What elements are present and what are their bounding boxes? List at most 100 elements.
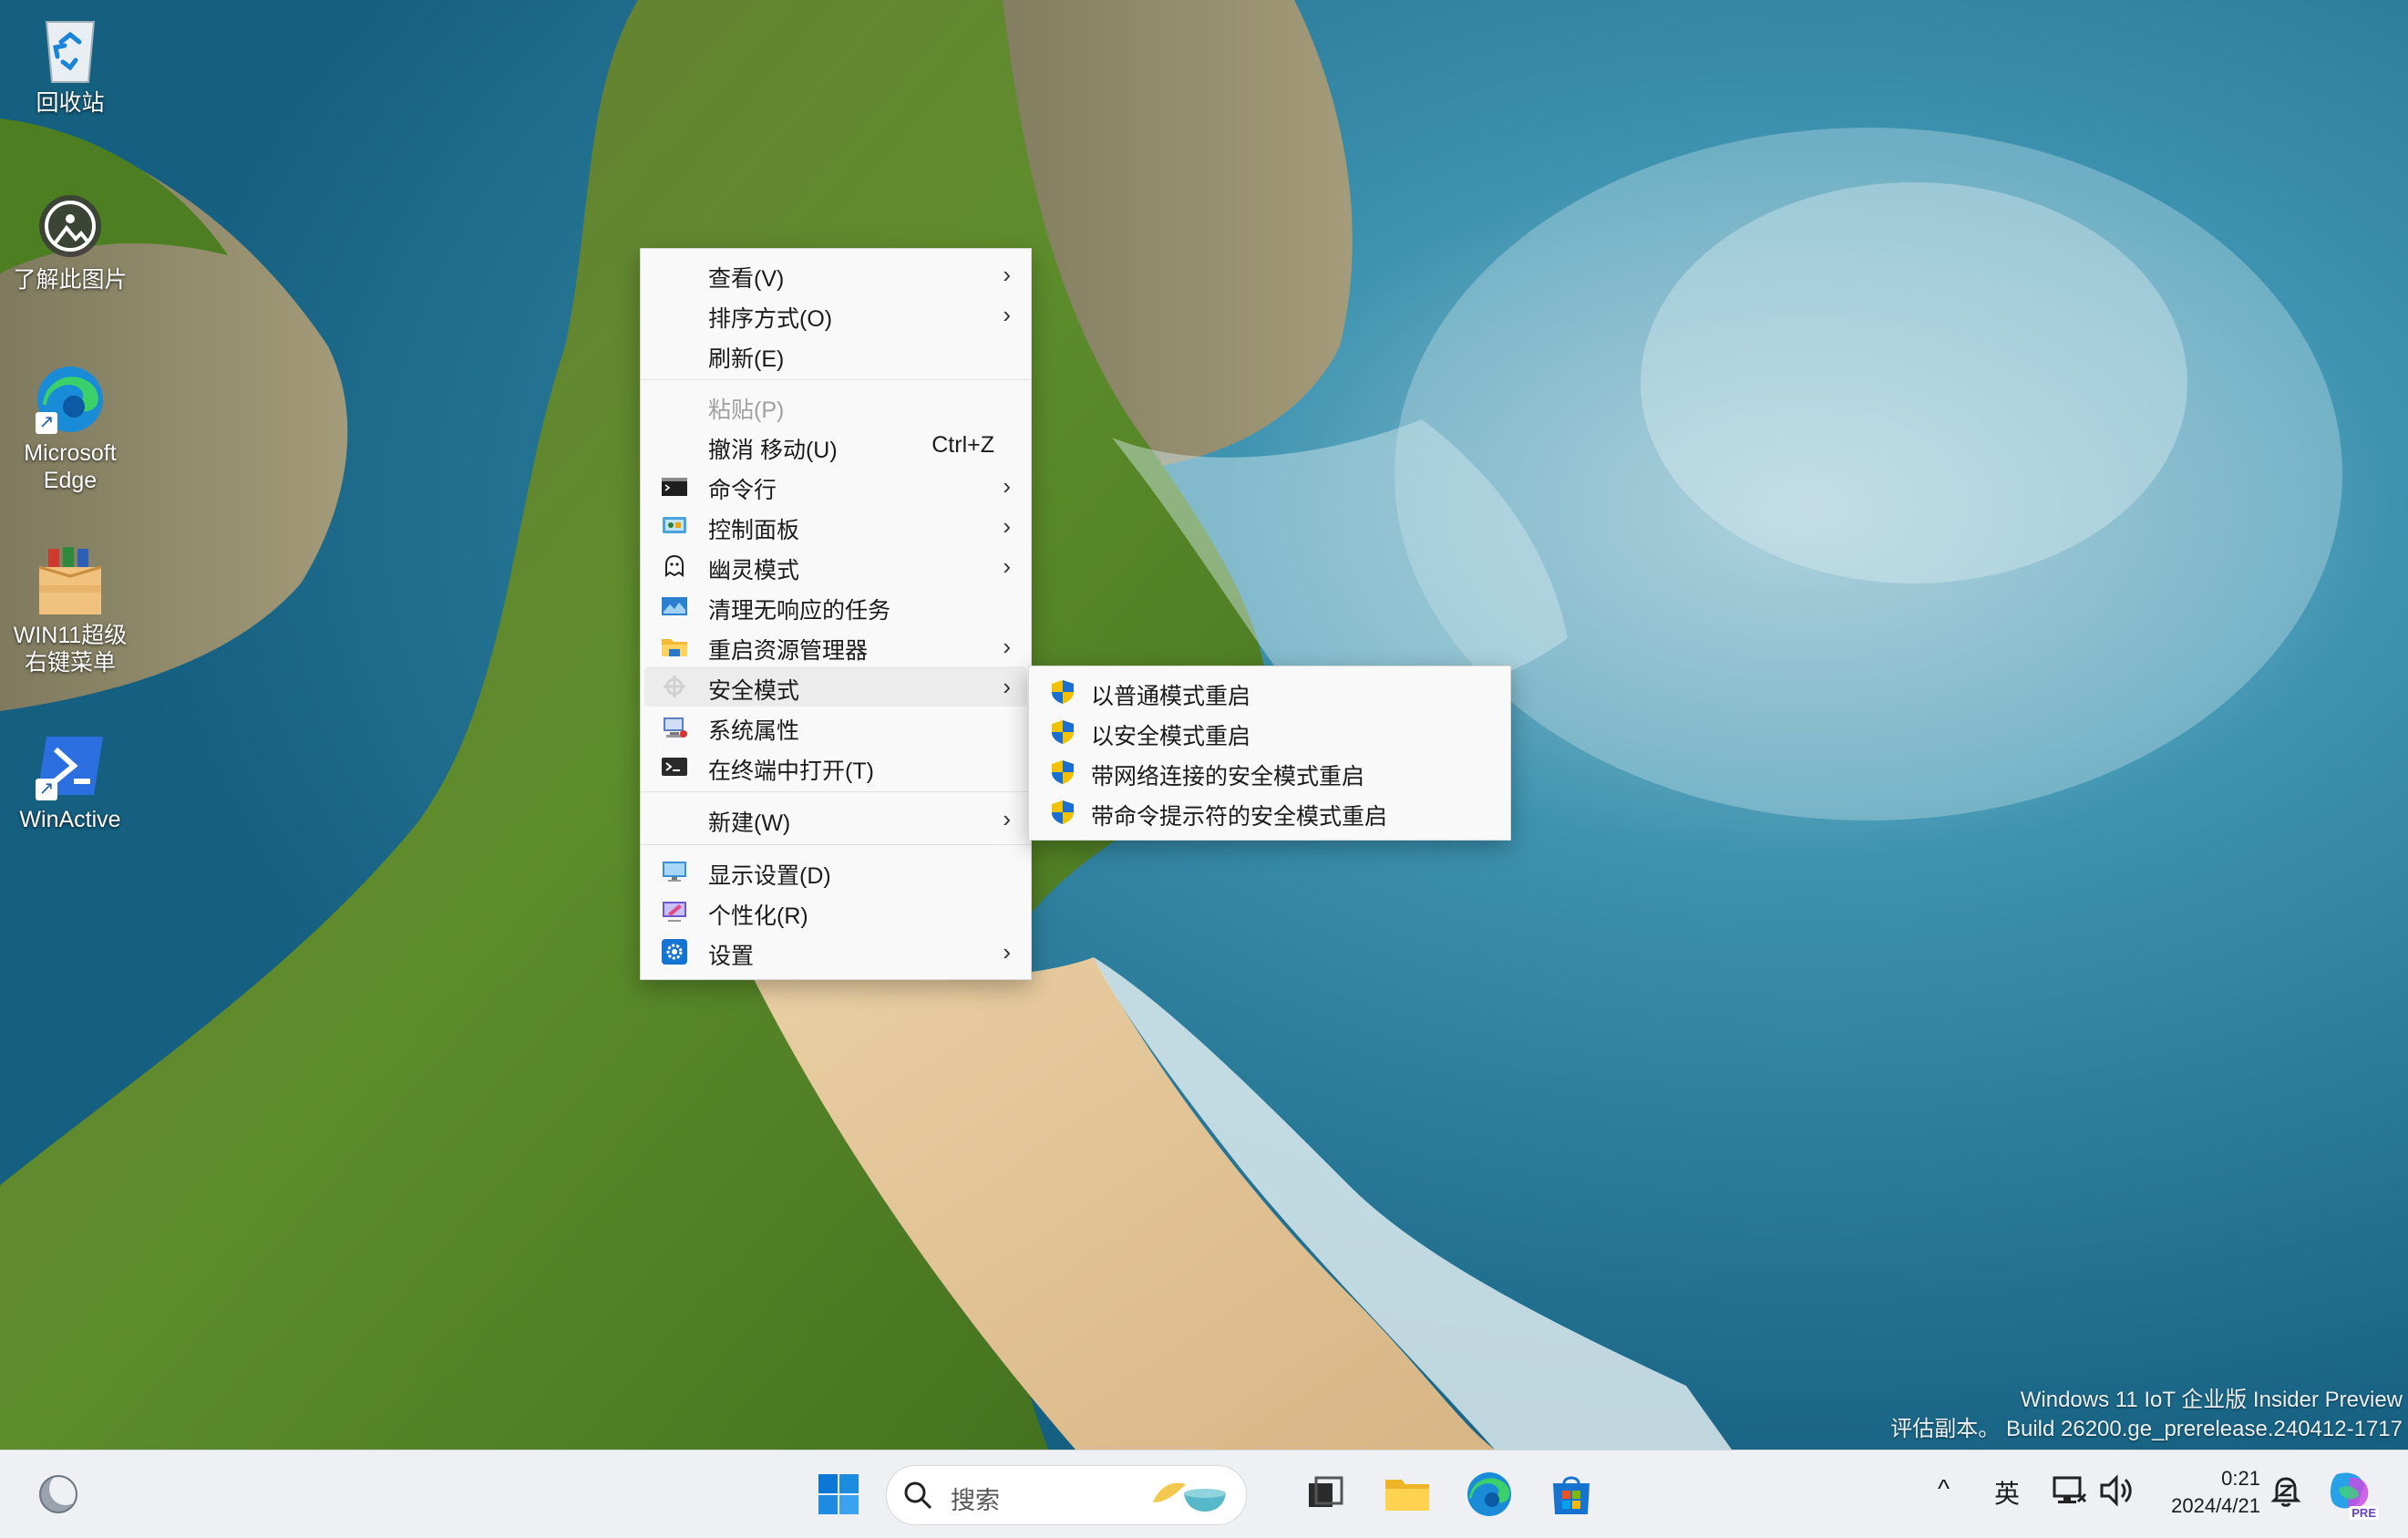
taskbar-search-box[interactable]: 搜索: [886, 1465, 1247, 1525]
widgets-button[interactable]: [31, 1467, 86, 1522]
package-icon: [34, 545, 107, 618]
desktop-icon-label: 了解此图片: [13, 267, 128, 293]
menu-item-system-properties[interactable]: 系统属性: [644, 707, 1027, 747]
ime-indicator[interactable]: 英: [1994, 1474, 2020, 1511]
notification-bell-icon: [2270, 1477, 2301, 1507]
chevron-right-icon: ›: [1003, 261, 1011, 288]
control-panel-icon: [661, 513, 688, 539]
safe-mode-submenu: 以普通模式重启 以安全模式重启 带网络连接的安全模式重启 带命令提示符的安全模式…: [1028, 666, 1511, 841]
network-icon: [2053, 1476, 2087, 1503]
search-icon: [904, 1481, 932, 1510]
submenu-item-restart-safe-mode-networking[interactable]: 带网络连接的安全模式重启: [1033, 752, 1507, 792]
powershell-icon: ↗: [34, 729, 107, 802]
search-placeholder: 搜索: [951, 1487, 1000, 1514]
menu-item-clean-unresponsive-tasks[interactable]: 清理无响应的任务: [644, 586, 1027, 626]
menu-item-refresh[interactable]: 刷新(E): [644, 335, 1027, 375]
speaker-icon: [2100, 1474, 2132, 1507]
menu-item-display-settings[interactable]: 显示设置(D): [644, 852, 1027, 892]
ghost-icon: [661, 553, 688, 579]
menu-item-paste: 粘贴(P): [708, 397, 785, 423]
menu-item-safe-mode[interactable]: 安全模式 ›: [644, 666, 1027, 707]
taskbar: 搜索 ^ 英 0:21 2024/4/21 PRE: [0, 1450, 2408, 1538]
file-explorer-taskbar-button[interactable]: [1380, 1467, 1435, 1522]
desktop-icon-recycle-bin[interactable]: 回收站: [2, 13, 139, 117]
edge-taskbar-button[interactable]: [1462, 1467, 1517, 1522]
cmd-icon: [661, 473, 688, 499]
file-explorer-icon: [1385, 1480, 1429, 1511]
chevron-right-icon: ›: [1003, 633, 1011, 660]
desktop-icon-learn-picture[interactable]: 了解此图片: [2, 190, 139, 294]
menu-item-restart-explorer[interactable]: 重启资源管理器 ›: [644, 626, 1027, 666]
menu-item-new[interactable]: 新建(W) ›: [644, 799, 1027, 839]
task-view-button[interactable]: [1298, 1467, 1353, 1522]
uac-shield-icon: [1049, 800, 1076, 825]
evaluation-watermark: Windows 11 IoT 企业版 Insider Preview 评估副本。…: [1890, 1386, 2403, 1444]
menu-item-control-panel[interactable]: 控制面板 ›: [644, 506, 1027, 546]
start-button[interactable]: [811, 1467, 866, 1522]
watermark-line-1: Windows 11 IoT 企业版 Insider Preview: [2020, 1388, 2403, 1412]
preview-badge: PRE: [2349, 1506, 2379, 1520]
submenu-item-restart-normal[interactable]: 以普通模式重启: [1033, 672, 1507, 712]
desktop-icon-winactive[interactable]: ↗ WinActive: [2, 729, 139, 833]
submenu-item-restart-safe-mode[interactable]: 以安全模式重启: [1033, 712, 1507, 752]
recycle-bin-icon: [34, 13, 107, 86]
chevron-right-icon: ›: [1003, 938, 1011, 965]
menu-separator: [641, 844, 1031, 845]
notifications-button[interactable]: [2266, 1471, 2306, 1511]
show-hidden-icons-chevron[interactable]: ^: [1938, 1474, 1950, 1503]
shortcut-arrow-icon: ↗: [36, 412, 57, 434]
settings-gear-icon: [661, 939, 688, 965]
shortcut-arrow-icon: ↗: [36, 779, 57, 800]
network-status-button[interactable]: [2049, 1471, 2089, 1511]
desktop-icon-label: WIN11超级 右键菜单: [13, 623, 128, 676]
windows-logo-icon: [818, 1474, 859, 1514]
chevron-right-icon: ›: [1003, 472, 1011, 500]
chevron-right-icon: ›: [1003, 673, 1011, 700]
desktop-icon-edge[interactable]: ↗ Microsoft Edge: [2, 363, 139, 494]
chevron-right-icon: ›: [1003, 552, 1011, 580]
volume-button[interactable]: [2096, 1471, 2136, 1511]
uac-shield-icon: [1049, 759, 1076, 785]
microsoft-store-icon: [1553, 1476, 1590, 1514]
task-cleanup-icon: [661, 594, 688, 619]
system-properties-icon: [661, 714, 688, 739]
menu-item-sort-by[interactable]: 排序方式(O) ›: [644, 294, 1027, 335]
menu-item-undo-move[interactable]: 撤消 移动(U) Ctrl+Z: [644, 426, 1027, 466]
task-view-icon: [1309, 1476, 1343, 1507]
clock-time: 0:21: [2221, 1467, 2260, 1490]
chevron-right-icon: ›: [1003, 512, 1011, 540]
menu-item-settings[interactable]: 设置 ›: [644, 932, 1027, 972]
terminal-icon: [661, 754, 688, 779]
menu-item-personalize[interactable]: 个性化(R): [644, 892, 1027, 932]
uac-shield-icon: [1049, 679, 1076, 705]
folder-icon: [661, 634, 688, 659]
shortcut-label: Ctrl+Z: [931, 432, 994, 458]
edge-icon: [1467, 1472, 1511, 1516]
desktop-icon-label: 回收站: [36, 90, 105, 116]
watermark-line-2: 评估副本。 Build 26200.ge_prerelease.240412-1…: [1890, 1417, 2403, 1441]
clock-date: 2024/4/21: [2171, 1494, 2260, 1517]
edge-icon: ↗: [34, 363, 107, 436]
submenu-item-restart-safe-mode-cmd[interactable]: 带命令提示符的安全模式重启: [1033, 792, 1507, 832]
system-clock[interactable]: 0:21 2024/4/21: [2142, 1465, 2260, 1520]
display-settings-icon: [661, 859, 688, 884]
store-taskbar-button[interactable]: [1544, 1467, 1599, 1522]
personalize-icon: [661, 899, 688, 924]
desktop-icon-win11-menu[interactable]: WIN11超级 右键菜单: [2, 545, 139, 676]
menu-separator: [641, 379, 1031, 380]
desktop-context-menu: 查看(V) › 排序方式(O) › 刷新(E) 粘贴(P) 撤消 移动(U) C…: [640, 248, 1032, 980]
menu-item-open-in-terminal[interactable]: 在终端中打开(T): [644, 747, 1027, 787]
uac-shield-icon: [1049, 719, 1076, 745]
moon-weather-icon: [39, 1472, 82, 1513]
desktop-icon-label: WinActive: [19, 807, 121, 832]
menu-item-ghost-mode[interactable]: 幽灵模式 ›: [644, 546, 1027, 586]
menu-separator: [641, 791, 1031, 792]
search-highlight-icon: [1153, 1482, 1226, 1512]
chevron-right-icon: ›: [1003, 805, 1011, 832]
menu-item-view[interactable]: 查看(V) ›: [644, 254, 1027, 294]
menu-item-command-line[interactable]: 命令行 ›: [644, 466, 1027, 506]
desktop-icon-label: Microsoft Edge: [24, 440, 117, 493]
copilot-button[interactable]: PRE: [2322, 1465, 2379, 1520]
chevron-right-icon: ›: [1003, 301, 1011, 328]
safe-mode-icon: [661, 674, 688, 699]
